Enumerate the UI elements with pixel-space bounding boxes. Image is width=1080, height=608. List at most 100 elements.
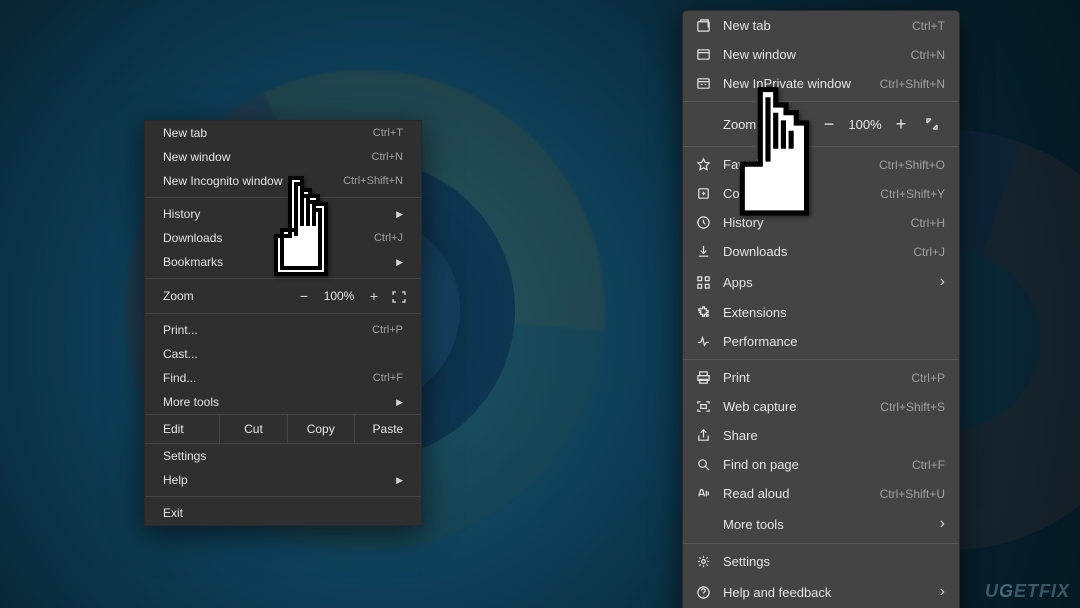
menu-item-downloads[interactable]: DownloadsCtrl+J [683, 237, 959, 266]
menu-item-apps[interactable]: Apps› [683, 266, 959, 298]
menu-item-cast-[interactable]: Cast... [145, 342, 421, 366]
menu-item-label: New tab [723, 18, 912, 33]
menu-item-history[interactable]: History▶ [145, 202, 421, 226]
menu-item-read-aloud[interactable]: Read aloudCtrl+Shift+U [683, 479, 959, 508]
shortcut-label: Ctrl+Shift+Y [880, 187, 945, 201]
shortcut-label: Ctrl+Shift+N [880, 77, 945, 91]
menu-item-help[interactable]: Help▶ [145, 468, 421, 492]
menu-item-label: Apps [723, 275, 928, 290]
menu-item-label: Settings [163, 449, 403, 463]
menu-item-label: New window [163, 150, 372, 164]
zoom-label: Zoom [723, 117, 815, 132]
find-icon [695, 457, 711, 473]
separator [145, 313, 421, 314]
menu-item-label: Web capture [723, 399, 880, 414]
read-aloud-icon [695, 486, 711, 502]
shortcut-label: Ctrl+H [911, 216, 945, 230]
shortcut-label: Ctrl+Shift+N [343, 175, 403, 187]
chevron-right-icon: ▶ [384, 475, 403, 486]
chevron-right-icon: ▶ [384, 397, 403, 408]
download-icon [695, 244, 711, 260]
separator [683, 146, 959, 147]
watermark: UGETFIX [985, 581, 1070, 602]
menu-item-label: More tools [163, 395, 384, 409]
menu-item-zoom: Zoom − 100% + [145, 283, 421, 309]
menu-item-label: Help and feedback [723, 585, 928, 600]
menu-item-label: Print... [163, 323, 372, 337]
shortcut-label: Ctrl+F [912, 458, 945, 472]
menu-item-label: New window [723, 47, 911, 62]
edit-row: Edit Cut Copy Paste [145, 414, 421, 444]
menu-item-label: More tools [723, 517, 928, 532]
menu-item-new-tab[interactable]: New tabCtrl+T [683, 11, 959, 40]
menu-item-label: Performance [723, 334, 945, 349]
shortcut-label: Ctrl+Shift+U [880, 487, 945, 501]
apps-icon [695, 274, 711, 290]
print-icon [695, 370, 711, 386]
chevron-right-icon: › [928, 583, 945, 601]
paste-button[interactable]: Paste [354, 415, 421, 443]
menu-item-label: Find on page [723, 457, 912, 472]
performance-icon [695, 334, 711, 350]
shortcut-label: Ctrl+P [911, 371, 945, 385]
menu-item-downloads[interactable]: DownloadsCtrl+J [145, 226, 421, 250]
menu-item-new-inprivate-window[interactable]: New InPrivate windowCtrl+Shift+N [683, 69, 959, 98]
fullscreen-button[interactable] [387, 289, 411, 303]
menu-item-new-window[interactable]: New windowCtrl+N [145, 145, 421, 169]
history-icon [695, 215, 711, 231]
zoom-value: 100% [317, 289, 361, 303]
menu-item-label: Collections [723, 186, 880, 201]
zoom-out-button[interactable]: − [291, 288, 317, 304]
menu-item-history[interactable]: HistoryCtrl+H [683, 208, 959, 237]
star-icon [695, 157, 711, 173]
cut-button[interactable]: Cut [219, 415, 286, 443]
capture-icon [695, 399, 711, 415]
menu-item-find-[interactable]: Find...Ctrl+F [145, 366, 421, 390]
menu-item-more-tools[interactable]: More tools▶ [145, 390, 421, 414]
menu-item-print[interactable]: PrintCtrl+P [683, 363, 959, 392]
menu-item-zoom: Zoom − 100% + [683, 105, 959, 143]
inprivate-icon [695, 76, 711, 92]
chevron-right-icon: › [928, 515, 945, 533]
shortcut-label: Ctrl+J [913, 245, 945, 259]
zoom-value: 100% [843, 117, 887, 132]
zoom-in-button[interactable]: + [887, 112, 915, 136]
copy-button[interactable]: Copy [287, 415, 354, 443]
menu-item-new-incognito-window[interactable]: New Incognito windowCtrl+Shift+N [145, 169, 421, 193]
menu-item-print-[interactable]: Print...Ctrl+P [145, 318, 421, 342]
menu-item-bookmarks[interactable]: Bookmarks▶ [145, 250, 421, 274]
shortcut-label: Ctrl+N [911, 48, 945, 62]
menu-item-favorites[interactable]: FavoritesCtrl+Shift+O [683, 150, 959, 179]
zoom-label: Zoom [163, 289, 291, 303]
menu-item-extensions[interactable]: Extensions [683, 298, 959, 327]
menu-item-label: Bookmarks [163, 255, 384, 269]
menu-item-label: History [163, 207, 384, 221]
menu-item-label: Read aloud [723, 486, 880, 501]
menu-item-settings[interactable]: Settings [683, 547, 959, 576]
menu-item-exit[interactable]: Exit [145, 501, 421, 525]
menu-item-new-tab[interactable]: New tabCtrl+T [145, 121, 421, 145]
menu-item-more-tools[interactable]: More tools› [683, 508, 959, 540]
fullscreen-button[interactable] [919, 112, 945, 136]
menu-item-help-and-feedback[interactable]: Help and feedback› [683, 576, 959, 608]
menu-item-find-on-page[interactable]: Find on pageCtrl+F [683, 450, 959, 479]
menu-item-collections[interactable]: CollectionsCtrl+Shift+Y [683, 179, 959, 208]
separator [683, 543, 959, 544]
menu-item-settings[interactable]: Settings [145, 444, 421, 468]
menu-item-performance[interactable]: Performance [683, 327, 959, 356]
shortcut-label: Ctrl+N [372, 151, 403, 163]
menu-item-web-capture[interactable]: Web captureCtrl+Shift+S [683, 392, 959, 421]
help-icon [695, 584, 711, 600]
separator [145, 496, 421, 497]
share-icon [695, 428, 711, 444]
menu-item-label: New Incognito window [163, 174, 343, 188]
separator [683, 359, 959, 360]
menu-item-label: New tab [163, 126, 373, 140]
menu-item-share[interactable]: Share [683, 421, 959, 450]
menu-item-new-window[interactable]: New windowCtrl+N [683, 40, 959, 69]
zoom-out-button[interactable]: − [815, 112, 843, 136]
edge-context-menu: New tabCtrl+TNew windowCtrl+NNew InPriva… [682, 10, 960, 608]
edit-label: Edit [145, 415, 219, 443]
chevron-right-icon: ▶ [384, 209, 403, 220]
zoom-in-button[interactable]: + [361, 288, 387, 304]
